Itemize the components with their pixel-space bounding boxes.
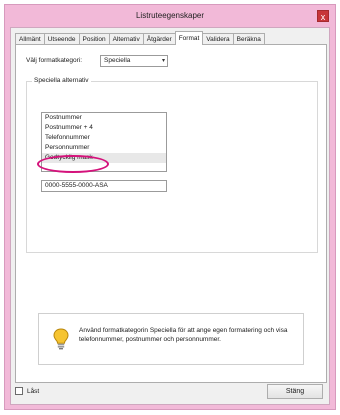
- tab-format[interactable]: Format: [174, 31, 204, 45]
- format-category-label: Välj formatkategori:: [26, 57, 82, 64]
- list-item-telefonnummer[interactable]: Telefonnummer: [42, 133, 166, 143]
- lightbulb-icon: [53, 328, 69, 350]
- list-item-postnummer-plus-4[interactable]: Postnummer + 4: [42, 123, 166, 133]
- chevron-down-icon: ▾: [161, 58, 165, 64]
- tab-strip: Allmänt Utseende Position Alternativ Åtgärde…: [15, 31, 265, 45]
- locked-toggle[interactable]: Låst: [15, 387, 39, 399]
- list-item-godtycklig-mask[interactable]: Godtycklig mask: [42, 153, 166, 163]
- list-item-personnummer[interactable]: Personnummer: [42, 143, 166, 153]
- mask-input[interactable]: 0000-5555-0000-ASA: [41, 180, 167, 192]
- special-options-legend: Speciella alternativ: [32, 77, 91, 84]
- properties-window: Listruteegenskaper x Allmänt Utseende Posi…: [4, 4, 336, 410]
- close-button[interactable]: Stäng: [267, 384, 323, 399]
- special-options-group: Speciella alternativ Postnummer Postnumm…: [26, 77, 318, 253]
- close-icon[interactable]: x: [317, 10, 329, 22]
- list-item-postnummer[interactable]: Postnummer: [42, 113, 166, 123]
- tip-text: Använd formatkategorin Speciella för att…: [79, 327, 288, 343]
- title-bar: Listruteegenskaper x: [5, 5, 335, 27]
- special-options-listbox[interactable]: Postnummer Postnummer + 4 Telefonnummer …: [41, 112, 167, 172]
- format-category-select[interactable]: Speciella ▾: [100, 55, 168, 67]
- dialog-client-area: Allmänt Utseende Position Alternativ Åtgärde…: [10, 27, 330, 405]
- locked-label: Låst: [26, 387, 40, 395]
- locked-checkbox[interactable]: [15, 387, 23, 395]
- window-title: Listruteegenskaper: [135, 11, 205, 20]
- tip-box: Använd formatkategorin Speciella för att…: [38, 313, 304, 365]
- format-category-value: Speciella: [104, 57, 131, 64]
- format-tab-panel: Välj formatkategori: Speciella ▾ Speciel…: [15, 44, 327, 383]
